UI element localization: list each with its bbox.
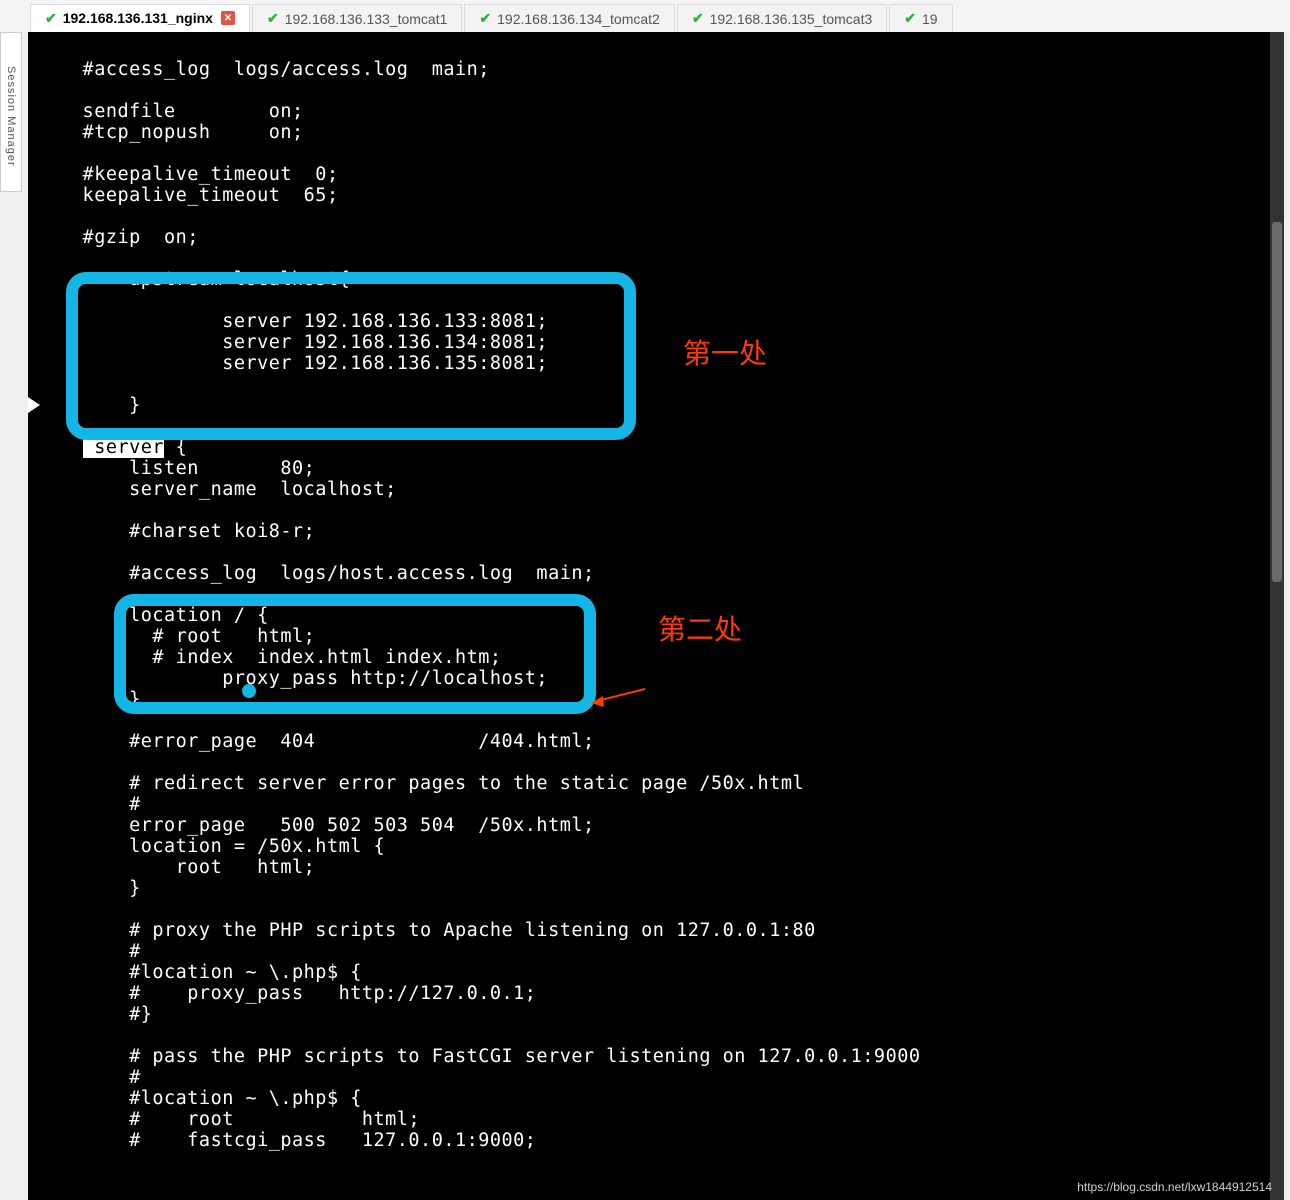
tab-label: 19 xyxy=(922,11,938,27)
scrollbar[interactable] xyxy=(1270,32,1284,1200)
tab-truncated[interactable]: ✔ 19 xyxy=(889,4,952,32)
tab-strip: ✔ 192.168.136.131_nginx ✕ ✔ 192.168.136.… xyxy=(0,0,1290,32)
tab-label: 192.168.136.134_tomcat2 xyxy=(497,11,660,27)
tab-label: 192.168.136.131_nginx xyxy=(63,10,213,26)
session-manager-label: Session Manager xyxy=(5,66,17,167)
tab-tomcat3[interactable]: ✔ 192.168.136.135_tomcat3 xyxy=(677,4,887,32)
tab-nginx[interactable]: ✔ 192.168.136.131_nginx ✕ xyxy=(30,4,250,32)
close-icon[interactable]: ✕ xyxy=(221,11,235,25)
scrollbar-thumb[interactable] xyxy=(1272,222,1282,582)
watermark: https://blog.csdn.net/lxw1844912514 xyxy=(1077,1180,1272,1194)
terminal[interactable]: #access_log logs/access.log main; sendfi… xyxy=(28,32,1284,1200)
tab-label: 192.168.136.135_tomcat3 xyxy=(710,11,873,27)
session-manager-panel[interactable]: Session Manager xyxy=(0,32,22,192)
checkmark-icon: ✔ xyxy=(45,10,57,27)
annotation-first: 第一处 xyxy=(683,332,767,372)
checkmark-icon: ✔ xyxy=(692,10,704,27)
cursor-indicator-icon xyxy=(28,397,40,413)
tab-tomcat1[interactable]: ✔ 192.168.136.133_tomcat1 xyxy=(252,4,462,32)
checkmark-icon: ✔ xyxy=(479,10,491,27)
tab-label: 192.168.136.133_tomcat1 xyxy=(285,11,448,27)
checkmark-icon: ✔ xyxy=(904,10,916,27)
checkmark-icon: ✔ xyxy=(267,10,279,27)
tab-tomcat2[interactable]: ✔ 192.168.136.134_tomcat2 xyxy=(464,4,674,32)
terminal-wrap: #access_log logs/access.log main; sendfi… xyxy=(28,32,1284,1200)
annotation-second: 第二处 xyxy=(658,608,742,648)
